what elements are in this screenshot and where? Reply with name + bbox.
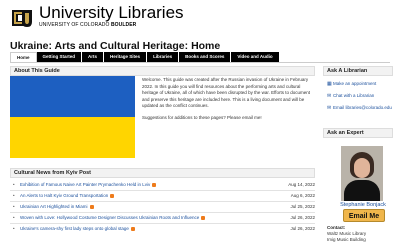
news-date: Jul 25, 2022 <box>290 204 315 209</box>
about-paragraph-1: Welcome. This guide was created after th… <box>142 77 311 108</box>
photo-face <box>354 158 370 178</box>
contact-line: Imig Music Building <box>327 237 366 242</box>
tab-libraries[interactable]: Libraries <box>147 52 180 62</box>
bullet-icon: • <box>13 204 15 209</box>
email-me-button[interactable]: Email Me <box>343 209 385 222</box>
appointment-link-row: ▦Make an appointment <box>327 80 376 88</box>
tab-arts[interactable]: Arts <box>82 52 105 62</box>
bullet-icon: • <box>13 215 15 220</box>
chat-link[interactable]: Chat with a Librarian <box>333 93 374 98</box>
flag-blue-band <box>10 76 135 117</box>
news-date: Aug 6, 2022 <box>290 193 315 198</box>
site-header: University Libraries UNIVERSITY OF COLOR… <box>0 0 400 36</box>
feed-icon <box>110 193 115 198</box>
news-title: Exhibition of Famous Naive Art Painter P… <box>20 182 151 187</box>
brand-subtitle: UNIVERSITY OF COLORADO BOULDER <box>39 22 136 28</box>
feed-icon <box>152 182 157 187</box>
news-item: • Exhibition of Famous Naive Art Painter… <box>10 180 315 190</box>
guide-nav: Home Getting Started Arts Heritage Sites… <box>10 52 280 62</box>
brand-subtitle-prefix: UNIVERSITY OF COLORADO <box>39 22 110 28</box>
bullet-icon: • <box>13 182 15 187</box>
news-link[interactable]: Exhibition of Famous Naive Art Painter P… <box>20 180 157 190</box>
tab-home[interactable]: Home <box>10 52 37 62</box>
news-link[interactable]: Ukrainian Art Highlighted in Miami <box>20 202 94 212</box>
brand-title[interactable]: University Libraries <box>39 4 184 22</box>
news-title: Ukraine's camera-shy first lady steps on… <box>20 226 129 231</box>
news-date: Jul 26, 2022 <box>290 215 315 220</box>
feed-icon <box>89 204 94 209</box>
news-link[interactable]: Ukraine's camera-shy first lady steps on… <box>20 224 135 234</box>
tab-heritage-sites[interactable]: Heritage Sites <box>104 52 148 62</box>
feed-icon <box>201 215 206 220</box>
ask-librarian-header: Ask A Librarian <box>323 66 393 76</box>
news-link[interactable]: Woven with Love: Hollywood Costume Desig… <box>20 213 206 223</box>
about-paragraph-2: Suggestions for additions to these pages… <box>142 114 262 120</box>
chat-link-row: ✉ Chat with a Librarian <box>327 92 374 100</box>
feed-icon <box>130 226 135 231</box>
news-date: Jul 26, 2022 <box>290 226 315 231</box>
cu-logo-icon[interactable] <box>10 6 34 30</box>
tab-books-and-scores[interactable]: Books and Scores <box>179 52 232 62</box>
news-date: Aug 14, 2022 <box>288 182 315 187</box>
bullet-icon: • <box>13 226 15 231</box>
photo-body <box>344 180 380 201</box>
about-header: About This Guide <box>10 66 315 76</box>
news-title: Woven with Love: Hollywood Costume Desig… <box>20 215 200 220</box>
bullet-icon: • <box>13 193 15 198</box>
news-item: • Ukraine's camera-shy first lady steps … <box>10 224 315 234</box>
expert-name[interactable]: Stephanie Bonjack <box>323 201 400 209</box>
news-item: • An Alerts to Halt Kyiv Ground Transpor… <box>10 191 315 201</box>
about-text: Welcome. This guide was created after th… <box>142 77 314 126</box>
expert-photo <box>341 146 383 201</box>
appointment-link[interactable]: Make an appointment <box>333 81 376 86</box>
tab-getting-started[interactable]: Getting Started <box>36 52 83 62</box>
news-title: Ukrainian Art Highlighted in Miami <box>20 204 88 209</box>
news-title: An Alerts to Halt Kyiv Ground Transporta… <box>20 193 109 198</box>
flag-yellow-band <box>10 117 135 158</box>
tab-video-and-audio[interactable]: Video and Audio <box>231 52 280 62</box>
nav-divider <box>10 62 390 63</box>
news-link[interactable]: An Alerts to Halt Kyiv Ground Transporta… <box>20 191 115 201</box>
news-item: • Ukrainian Art Highlighted in Miami Jul… <box>10 202 315 212</box>
ukraine-flag-image <box>10 76 135 158</box>
page-title: Ukraine: Arts and Cultural Heritage: Hom… <box>10 40 221 52</box>
email-link-row: ✉ Email libraries@colorado.edu <box>327 104 392 112</box>
ask-expert-header: Ask an Expert <box>323 128 393 138</box>
news-item: • Woven with Love: Hollywood Costume Des… <box>10 213 315 223</box>
brand-subtitle-campus: BOULDER <box>110 22 137 28</box>
news-header: Cultural News from Kyiv Post <box>10 168 315 178</box>
email-link[interactable]: Email libraries@colorado.edu <box>333 105 392 110</box>
